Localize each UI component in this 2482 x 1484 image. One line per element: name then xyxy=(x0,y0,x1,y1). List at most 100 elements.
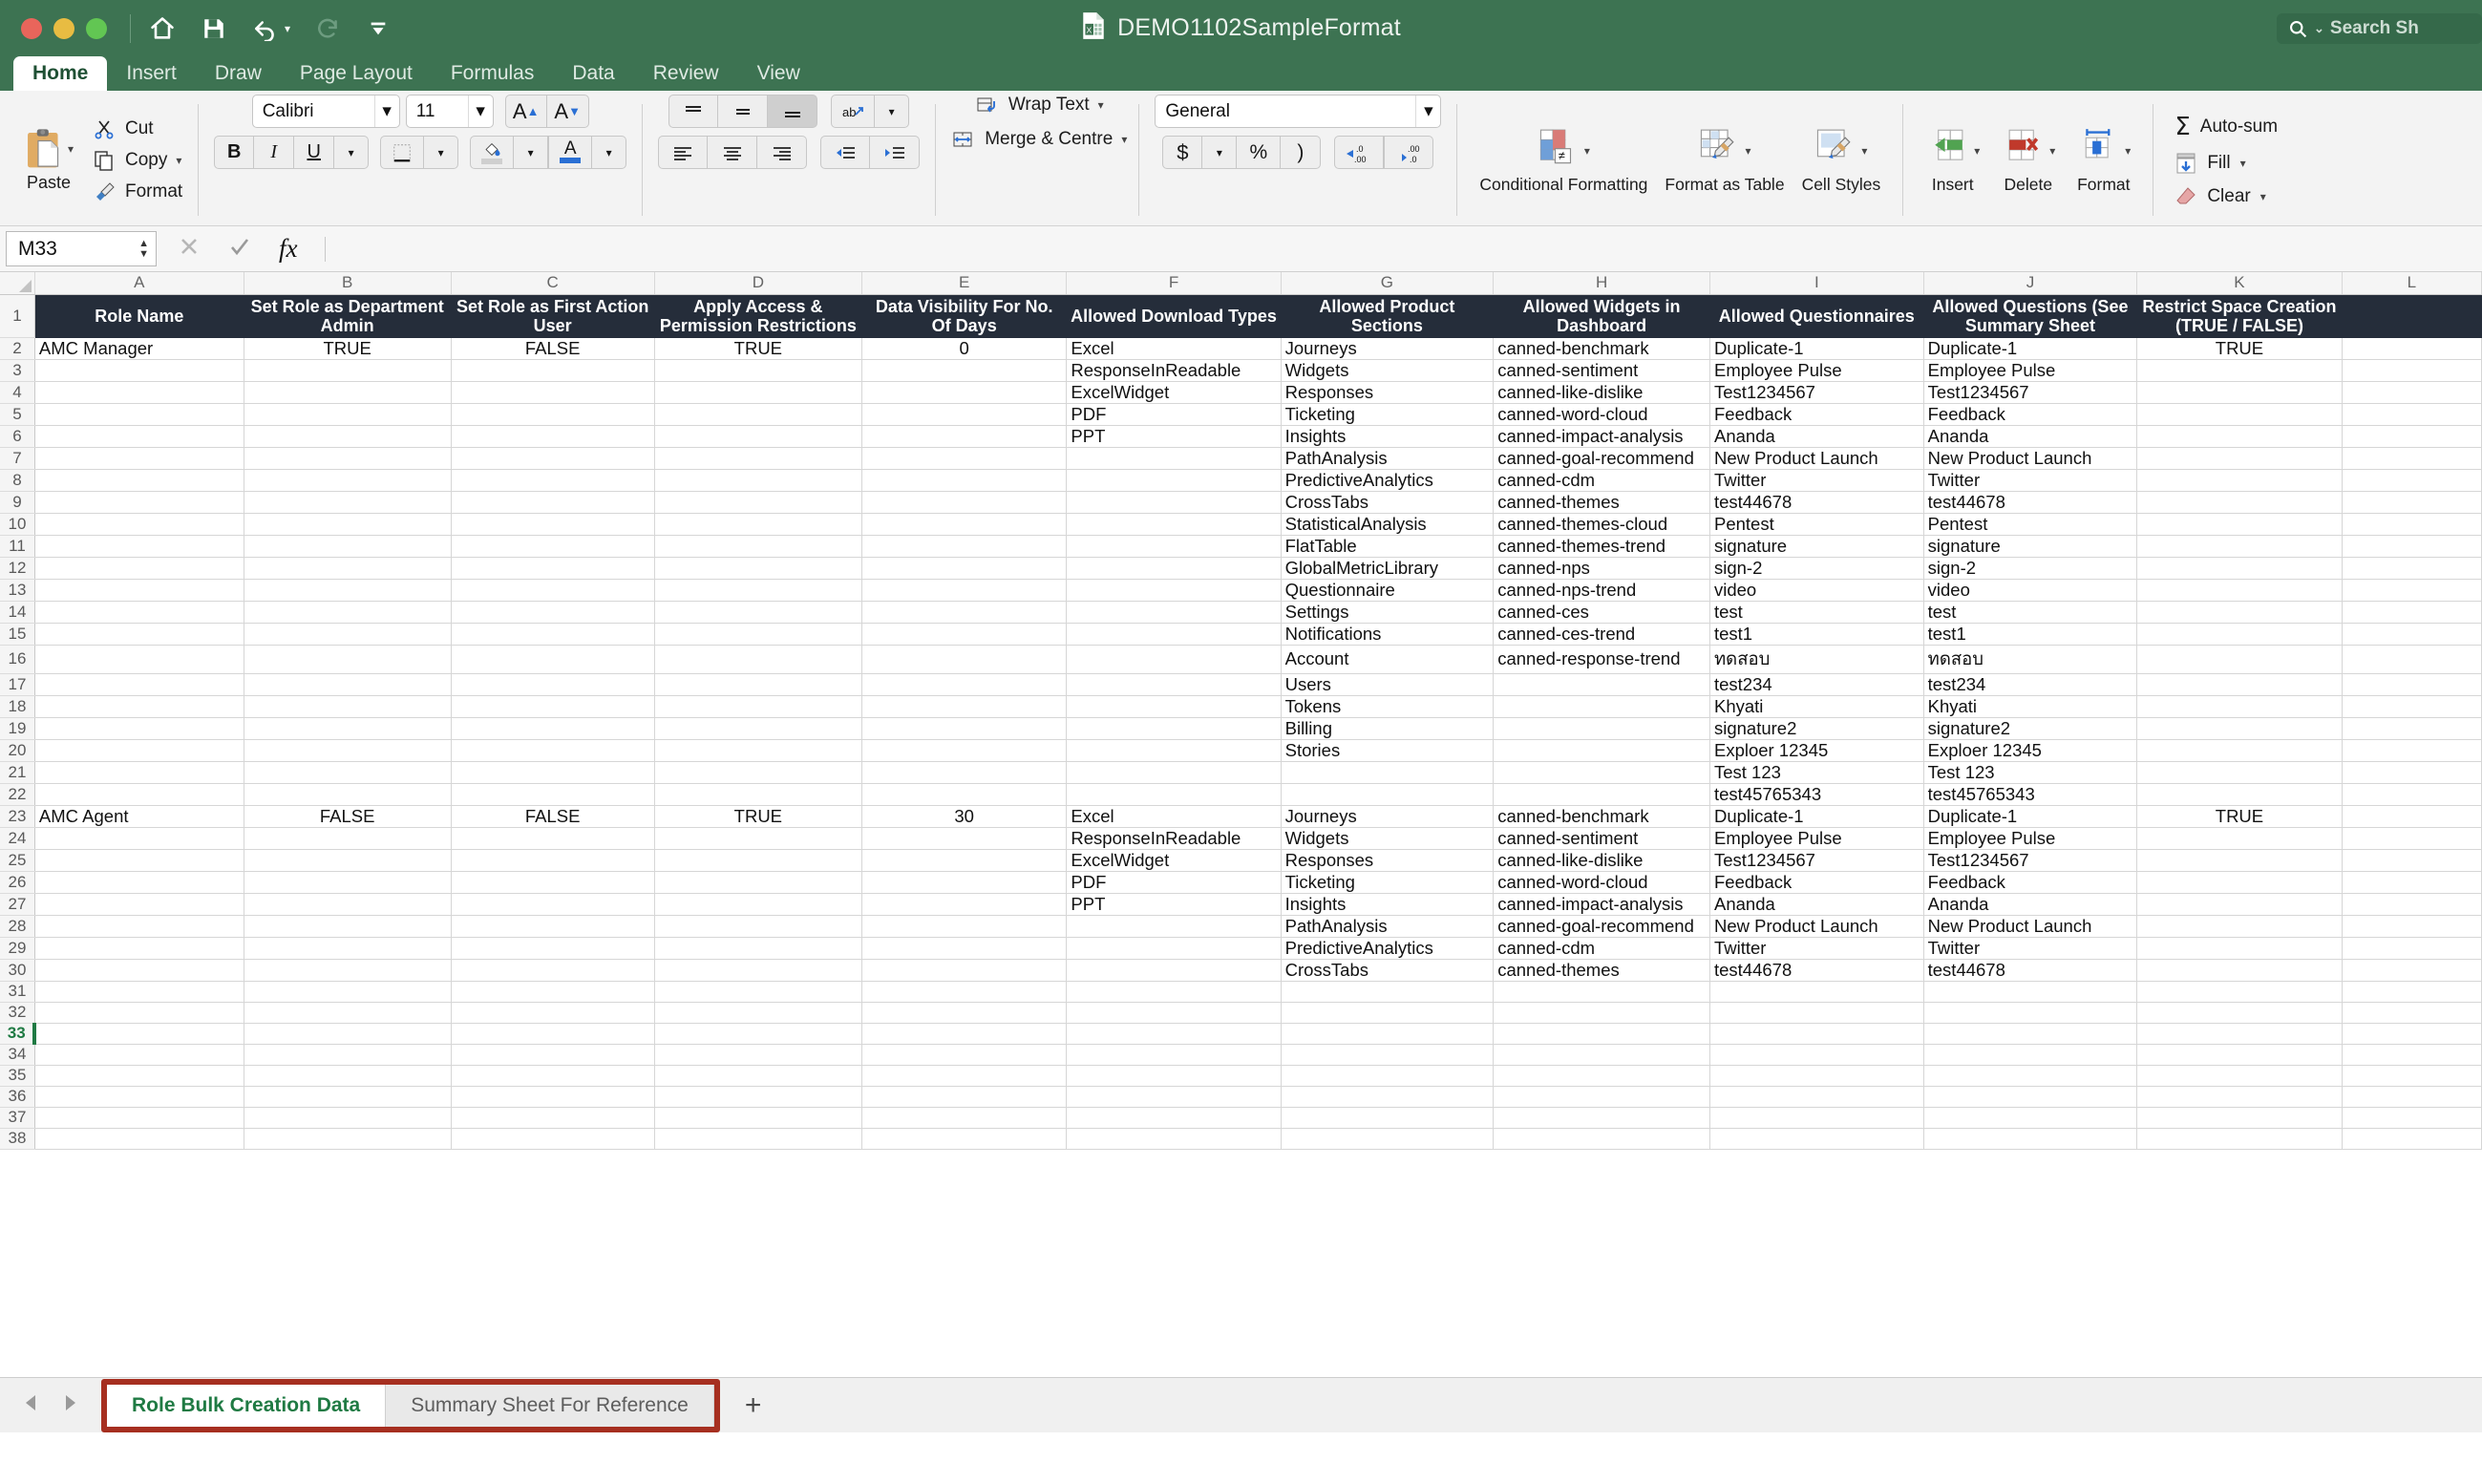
grid-cell[interactable] xyxy=(34,535,244,558)
grid-cell[interactable] xyxy=(451,535,655,558)
grid-cell[interactable] xyxy=(34,645,244,674)
grid-cell[interactable] xyxy=(244,535,452,558)
grid-cell[interactable]: New Product Launch xyxy=(1709,447,1924,470)
grid-cell[interactable]: Responses xyxy=(1281,849,1495,872)
grid-cell[interactable]: Account xyxy=(1281,645,1495,674)
table-row[interactable]: 32 xyxy=(0,1002,2482,1024)
grid-cell[interactable] xyxy=(654,1128,862,1150)
grid-cell[interactable]: Settings xyxy=(1281,601,1495,624)
orientation-dropdown-arrow[interactable]: ▾ xyxy=(875,95,910,128)
grid-cell[interactable] xyxy=(244,447,452,470)
row-header-5[interactable]: 5 xyxy=(0,403,35,426)
column-header-g[interactable]: G xyxy=(1281,272,1495,295)
name-box[interactable]: M33 ▲ ▼ xyxy=(6,231,157,266)
column-header-c[interactable]: C xyxy=(451,272,655,295)
grid-cell[interactable] xyxy=(1281,981,1495,1003)
table-row[interactable]: 38 xyxy=(0,1128,2482,1150)
grid-cell[interactable] xyxy=(2136,739,2343,762)
grid-cell[interactable] xyxy=(244,1086,452,1108)
grid-cell[interactable] xyxy=(34,557,244,580)
grid-cell[interactable] xyxy=(861,739,1068,762)
grid-cell[interactable] xyxy=(861,937,1068,960)
grid-cell[interactable] xyxy=(244,579,452,602)
customize-toolbar-icon[interactable] xyxy=(367,18,390,39)
grid-cell[interactable]: signature xyxy=(1923,535,2138,558)
grid-cell[interactable]: TRUE xyxy=(244,337,452,360)
grid-cell[interactable]: Employee Pulse xyxy=(1709,827,1924,850)
grid-cell[interactable]: Employee Pulse xyxy=(1923,827,2138,850)
grid-cell[interactable] xyxy=(1493,1107,1710,1129)
grid-cell[interactable] xyxy=(1709,1002,1924,1024)
grid-cell[interactable] xyxy=(2136,403,2343,426)
grid-cell[interactable] xyxy=(451,849,655,872)
table-row[interactable]: 33 xyxy=(0,1023,2482,1045)
grid-cell[interactable]: canned-nps xyxy=(1493,557,1710,580)
grid-cell[interactable] xyxy=(1281,1107,1495,1129)
grid-cell[interactable] xyxy=(2342,381,2482,404)
grid-cell[interactable] xyxy=(244,915,452,938)
grid-cell[interactable] xyxy=(2136,937,2343,960)
grid-cell[interactable]: Twitter xyxy=(1923,469,2138,492)
font-family-select[interactable]: Calibri ▾ xyxy=(251,95,400,128)
grid-cell[interactable] xyxy=(244,1044,452,1066)
grid-cell[interactable] xyxy=(2136,645,2343,674)
decrease-indent-button[interactable] xyxy=(820,136,871,169)
grid-cell[interactable] xyxy=(654,359,862,382)
grid-cell[interactable]: canned-word-cloud xyxy=(1493,871,1710,894)
grid-cell[interactable] xyxy=(861,959,1068,982)
percent-button[interactable]: % xyxy=(1237,136,1282,169)
grid-cell[interactable]: Feedback xyxy=(1923,403,2138,426)
borders-dropdown-arrow[interactable]: ▾ xyxy=(424,136,459,169)
grid-cell[interactable] xyxy=(451,623,655,646)
grid-cell[interactable]: Responses xyxy=(1281,381,1495,404)
grid-cell[interactable] xyxy=(861,915,1068,938)
grid-cell[interactable]: Users xyxy=(1281,673,1495,696)
grid-cell[interactable] xyxy=(1281,1023,1495,1045)
grid-cell[interactable]: canned-themes xyxy=(1493,959,1710,982)
row-header-32[interactable]: 32 xyxy=(0,1002,35,1024)
fill-color-button[interactable] xyxy=(470,136,515,169)
grid-cell[interactable]: test44678 xyxy=(1709,491,1924,514)
grid-cell[interactable]: 0 xyxy=(861,337,1068,360)
grid-cell[interactable] xyxy=(2136,469,2343,492)
grid-cell[interactable] xyxy=(1709,1128,1924,1150)
grid-cell[interactable]: canned-nps-trend xyxy=(1493,579,1710,602)
format-as-table-button[interactable]: ▾ Format as Table xyxy=(1658,126,1791,194)
grid-cell[interactable]: AMC Agent xyxy=(34,805,244,828)
grid-cell[interactable] xyxy=(1923,1107,2138,1129)
table-row[interactable]: 37 xyxy=(0,1107,2482,1129)
grid-cell[interactable] xyxy=(1066,981,1282,1003)
grid-cell[interactable] xyxy=(654,601,862,624)
grid-cell[interactable]: canned-response-trend xyxy=(1493,645,1710,674)
grid-cell[interactable] xyxy=(34,695,244,718)
cell-styles-dropdown-arrow[interactable]: ▾ xyxy=(1861,144,1867,158)
grid-cell[interactable] xyxy=(451,937,655,960)
grid-cell[interactable]: Exploer 12345 xyxy=(1709,739,1924,762)
grid-cell[interactable] xyxy=(1493,1086,1710,1108)
grid-cell[interactable]: Employee Pulse xyxy=(1923,359,2138,382)
grid-cell[interactable]: sign-2 xyxy=(1709,557,1924,580)
grid-cell[interactable] xyxy=(1493,981,1710,1003)
grid-cell[interactable] xyxy=(244,403,452,426)
grid-cell[interactable] xyxy=(1493,739,1710,762)
chevron-down-icon[interactable]: ▾ xyxy=(1415,95,1440,127)
italic-button[interactable]: I xyxy=(254,136,295,169)
grid-cell[interactable] xyxy=(2136,695,2343,718)
grid-cell[interactable] xyxy=(1281,761,1495,784)
table-row[interactable]: 29 PredictiveAnalytics canned-cdm Twitter Tw… xyxy=(0,937,2482,960)
copy-dropdown-arrow[interactable]: ▾ xyxy=(176,154,181,167)
grid-cell[interactable] xyxy=(654,937,862,960)
grid-cell[interactable]: Test1234567 xyxy=(1923,849,2138,872)
sheet-tab-role-bulk-creation-data[interactable]: Role Bulk Creation Data xyxy=(107,1384,387,1427)
window-controls[interactable] xyxy=(21,17,107,39)
grid-cell[interactable]: test44678 xyxy=(1923,959,2138,982)
grid-cell[interactable] xyxy=(654,491,862,514)
header-cell[interactable]: Set Role as First Action User xyxy=(451,294,655,338)
grid-cell[interactable] xyxy=(34,447,244,470)
table-row[interactable]: 35 xyxy=(0,1065,2482,1087)
grid-cell[interactable] xyxy=(654,645,862,674)
grid-cell[interactable]: canned-themes-trend xyxy=(1493,535,1710,558)
grid-cell[interactable] xyxy=(1066,579,1282,602)
grid-cell[interactable] xyxy=(1066,1086,1282,1108)
header-cell[interactable]: Allowed Questions (See Summary Sheet xyxy=(1923,294,2138,338)
